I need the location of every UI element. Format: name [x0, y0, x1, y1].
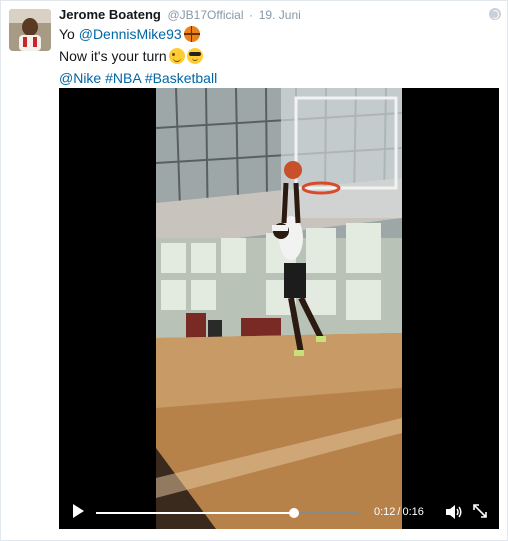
volume-icon[interactable]	[445, 504, 463, 520]
tweet-line-1: Yo @DennisMike93	[59, 23, 217, 45]
fullscreen-icon[interactable]	[472, 503, 488, 519]
globe-icon	[489, 8, 501, 20]
tweet-text: Yo @DennisMike93 Now it's your turn @Nik…	[59, 23, 217, 89]
tweet-line-1-prefix: Yo	[59, 26, 79, 42]
progress-bar[interactable]	[96, 508, 360, 518]
mention-link[interactable]: @DennisMike93	[79, 26, 182, 42]
nike-link[interactable]: @Nike	[59, 70, 101, 86]
hashtag-basketball[interactable]: #Basketball	[145, 70, 217, 86]
tweet-date[interactable]: 19. Juni	[259, 8, 301, 22]
tweet-line-2-text: Now it's your turn	[59, 48, 167, 64]
author-handle[interactable]: @JB17Official	[168, 8, 244, 22]
video-player[interactable]: 0:12/0:16	[59, 88, 499, 529]
duration: 0:16	[402, 506, 424, 518]
sunglasses-emoji	[186, 48, 203, 64]
author-name[interactable]: Jerome Boateng	[59, 7, 161, 22]
header-separator: ·	[249, 8, 254, 22]
wink-emoji	[168, 48, 185, 64]
time-display: 0:12/0:16	[374, 506, 424, 518]
hashtag-nba[interactable]: #NBA	[105, 70, 141, 86]
tweet-header: Jerome Boateng @JB17Official · 19. Juni	[59, 7, 301, 23]
time-separator: /	[397, 506, 401, 518]
tweet-line-3: @Nike #NBA #Basketball	[59, 67, 217, 89]
basketball-emoji	[183, 26, 200, 42]
tweet-line-2: Now it's your turn	[59, 45, 217, 67]
progress-handle[interactable]	[289, 508, 299, 518]
current-time: 0:12	[374, 506, 396, 518]
video-controls: 0:12/0:16	[59, 489, 499, 529]
avatar[interactable]	[9, 9, 51, 51]
progress-fill	[96, 512, 294, 514]
tweet-card: Jerome Boateng @JB17Official · 19. Juni …	[0, 0, 508, 541]
video-frame[interactable]	[156, 88, 402, 529]
play-icon[interactable]	[73, 504, 84, 518]
